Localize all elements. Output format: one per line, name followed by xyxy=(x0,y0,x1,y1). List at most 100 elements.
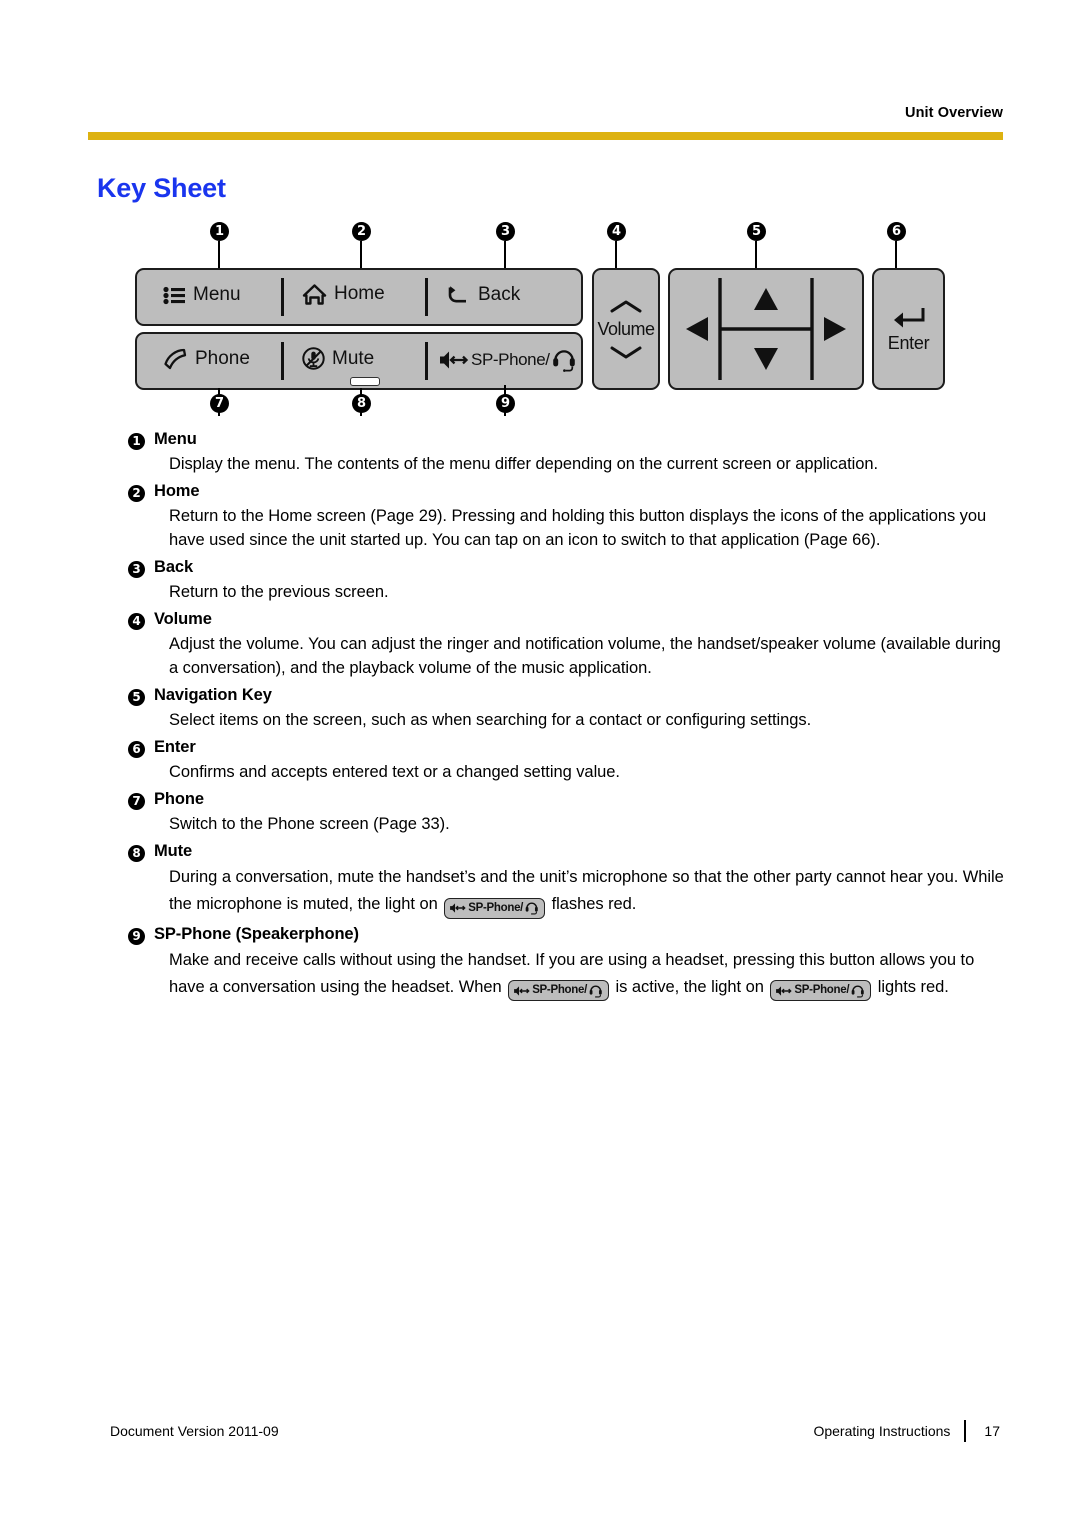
list-item: 5 Navigation Key xyxy=(128,686,1013,706)
key-label-sp-phone: SP-Phone/ xyxy=(471,350,550,369)
speaker-icon xyxy=(438,350,469,370)
item-number-2: 2 xyxy=(128,485,145,502)
list-icon xyxy=(163,286,186,305)
key-label-mute: Mute xyxy=(332,347,375,369)
header-rule xyxy=(88,132,1003,140)
callout-5: 5 xyxy=(747,222,766,241)
list-item: 3 Back xyxy=(128,558,1013,578)
sp-text-part2: is active, the light on xyxy=(611,977,769,996)
sp-phone-led xyxy=(350,377,380,386)
sp-text-part3: lights red. xyxy=(873,977,949,996)
leader-line-1 xyxy=(218,241,220,270)
item-number-6: 6 xyxy=(128,741,145,758)
key-label-home: Home xyxy=(334,283,385,304)
item-title-enter: Enter xyxy=(154,738,196,756)
footer-separator xyxy=(964,1420,967,1442)
leader-line-4 xyxy=(615,241,617,270)
speaker-icon xyxy=(449,902,466,914)
key-plate-navigation[interactable] xyxy=(668,268,864,390)
list-item: 6 Enter xyxy=(128,738,1013,758)
item-body-menu: Display the menu. The contents of the me… xyxy=(169,455,879,473)
item-number-8: 8 xyxy=(128,845,145,862)
item-number-9: 9 xyxy=(128,927,145,945)
chip-label: SP-Phone/ xyxy=(468,901,524,914)
item-body-back: Return to the previous screen. xyxy=(169,583,389,601)
key-sp-phone[interactable]: SP-Phone/ xyxy=(438,348,577,372)
list-item: 4 Volume xyxy=(128,610,1013,630)
sp-phone-chip: SP-Phone/ xyxy=(444,897,546,919)
leader-line-3 xyxy=(504,241,506,270)
leader-line-2 xyxy=(360,241,362,270)
headset-icon xyxy=(589,984,603,998)
key-home[interactable]: Home xyxy=(302,283,385,305)
list-item: 9 SP-Phone (Speakerphone) xyxy=(128,925,1013,945)
headset-icon xyxy=(525,901,539,915)
item-title-volume: Volume xyxy=(154,610,212,628)
item-number-1: 1 xyxy=(128,433,145,450)
item-title-menu: Menu xyxy=(154,430,197,448)
document-version: Document Version 2011-09 xyxy=(110,1423,279,1439)
item-body-home: Return to the Home screen (Page 29). Pre… xyxy=(169,507,987,549)
chip-label: SP-Phone/ xyxy=(794,984,850,996)
item-body-enter: Confirms and accepts entered text or a c… xyxy=(169,763,620,781)
enter-arrow-icon xyxy=(889,305,929,331)
key-label-enter: Enter xyxy=(887,332,930,353)
item-title-mute: Mute xyxy=(154,842,193,860)
item-body-navigation-key: Select items on the screen, such as when… xyxy=(169,711,812,729)
chevron-down-icon xyxy=(609,344,643,361)
item-title-navigation-key: Navigation Key xyxy=(154,686,272,704)
key-phone[interactable]: Phone xyxy=(163,348,250,370)
leader-line-6 xyxy=(895,241,897,270)
key-divider-2 xyxy=(425,278,428,316)
key-mute[interactable]: Mute xyxy=(302,347,374,370)
key-sheet-diagram: 1 2 3 4 5 6 Menu Home Back Phone Mute SP… xyxy=(135,222,945,417)
sp-phone-chip: SP-Phone/ xyxy=(508,980,609,1001)
callout-8: 8 xyxy=(352,394,371,413)
key-label-phone: Phone xyxy=(195,348,250,369)
item-body-sp-phone: Make and receive calls without using the… xyxy=(169,947,1013,1001)
headset-icon xyxy=(552,348,577,372)
item-title-back: Back xyxy=(154,558,194,576)
headset-icon xyxy=(851,984,865,998)
key-back[interactable]: Back xyxy=(446,284,520,306)
page-footer: Document Version 2011-09 Operating Instr… xyxy=(110,1420,1000,1442)
callout-6: 6 xyxy=(887,222,906,241)
mic-muted-icon xyxy=(302,347,325,370)
key-divider-4 xyxy=(425,342,428,380)
mute-text-part2: flashes red. xyxy=(547,895,637,913)
key-divider-1 xyxy=(281,278,284,316)
page-header: Unit Overview xyxy=(88,104,1003,140)
key-menu[interactable]: Menu xyxy=(163,284,241,306)
footer-right-group: Operating Instructions 17 xyxy=(813,1420,1000,1442)
item-body-phone: Switch to the Phone screen (Page 33). xyxy=(169,815,450,833)
item-number-7: 7 xyxy=(128,793,145,810)
item-number-3: 3 xyxy=(128,561,145,578)
back-arrow-icon xyxy=(446,285,471,305)
key-divider-3 xyxy=(281,342,284,380)
key-label-volume: Volume xyxy=(597,318,655,339)
page-number: 17 xyxy=(984,1423,1000,1439)
dpad-icon xyxy=(670,270,862,388)
item-title-home: Home xyxy=(154,482,200,500)
item-body-mute: During a conversation, mute the handset’… xyxy=(169,864,1013,919)
list-item: 2 Home xyxy=(128,482,1013,502)
callout-2: 2 xyxy=(352,222,371,241)
sp-phone-chip: SP-Phone/ xyxy=(770,980,872,1001)
item-number-5: 5 xyxy=(128,689,145,706)
key-label-back: Back xyxy=(478,284,521,305)
key-description-list: 1 Menu Display the menu. The contents of… xyxy=(128,430,1013,1001)
running-head: Unit Overview xyxy=(905,105,1003,121)
callout-7: 7 xyxy=(210,394,229,413)
key-plate-volume[interactable]: Volume xyxy=(592,268,660,390)
key-plate-enter[interactable]: Enter xyxy=(872,268,945,390)
key-label-menu: Menu xyxy=(193,284,241,305)
item-body-volume: Adjust the volume. You can adjust the ri… xyxy=(169,635,1001,677)
speaker-icon xyxy=(775,985,793,997)
chip-label: SP-Phone/ xyxy=(532,984,587,996)
item-number-4: 4 xyxy=(128,613,145,630)
callout-9: 9 xyxy=(496,394,515,413)
list-item: 7 Phone xyxy=(128,790,1013,810)
speaker-icon xyxy=(513,985,530,997)
callout-4: 4 xyxy=(607,222,626,241)
callout-3: 3 xyxy=(496,222,515,241)
